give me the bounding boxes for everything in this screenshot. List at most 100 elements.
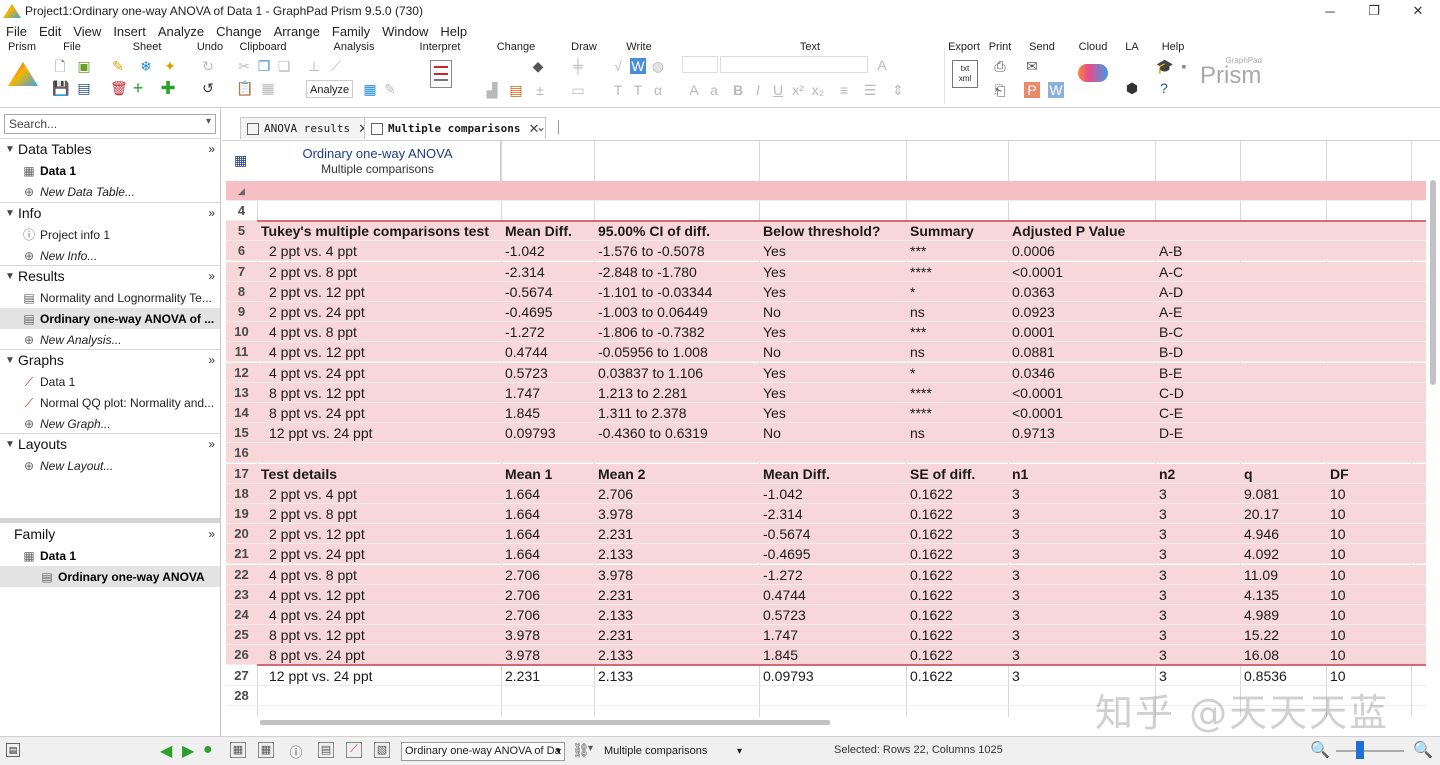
nav-item-new-info[interactable]: ⊕ New Info... [0, 245, 220, 266]
collapse-chevron-icon[interactable]: ▼ [2, 271, 18, 282]
table-cell[interactable]: 0.9713 [1008, 423, 1155, 443]
table-cell[interactable]: 95.00% CI of diff. [594, 221, 759, 241]
delete-sheet-icon[interactable]: 🗑 [110, 80, 128, 96]
table-cell[interactable]: -2.314 [501, 262, 594, 282]
table-row[interactable]: 21 2 ppt vs. 24 ppt 1.664 2.133 -0.4695 0.162… [226, 544, 1426, 565]
table-cell[interactable]: Yes [759, 403, 906, 423]
font-grow-icon[interactable]: A [686, 82, 702, 98]
table-cell[interactable]: 10 [1326, 585, 1411, 605]
chart-axis-icon[interactable]: ⊥ [306, 58, 322, 74]
superscript-icon[interactable]: x² [790, 82, 806, 98]
menu-file[interactable]: File [0, 24, 33, 39]
table-cell[interactable]: 10 [1326, 484, 1411, 504]
table-cell[interactable]: 0.5723 [501, 363, 594, 383]
table-cell[interactable]: 0.1622 [906, 524, 1008, 544]
row-number[interactable]: 14 [226, 403, 257, 423]
row-number[interactable]: 27 [226, 666, 257, 686]
table-cell[interactable]: 0.09793 [501, 423, 594, 443]
section-family[interactable]: Family » [0, 523, 220, 544]
row-label-cell[interactable]: 4 ppt vs. 12 ppt [257, 585, 501, 605]
row-label-cell[interactable]: Test details [257, 464, 501, 484]
table-cell[interactable]: SE of diff. [906, 464, 1008, 484]
row-label-cell[interactable]: 4 ppt vs. 24 ppt [257, 605, 501, 625]
tab-anova-results[interactable]: ANOVA results ✕ [240, 117, 376, 139]
row-number[interactable]: 23 [226, 585, 257, 605]
email-icon[interactable]: ✉ [1024, 58, 1040, 74]
table-cell[interactable]: No [759, 302, 906, 322]
table-cell[interactable]: 3.978 [501, 645, 594, 665]
table-cell[interactable]: 10 [1326, 524, 1411, 544]
nav-item-new-layout[interactable]: ⊕ New Layout... [0, 455, 220, 476]
powerpoint-icon[interactable]: P [1024, 82, 1040, 98]
collapse-chevron-icon[interactable]: ▼ [2, 439, 18, 450]
table-cell[interactable]: -0.4695 [759, 544, 906, 564]
table-cell[interactable]: 4.092 [1240, 544, 1326, 564]
table-cell[interactable]: 2.231 [501, 666, 594, 686]
sheet-select[interactable]: Ordinary one-way ANOVA of Da ▾ [401, 742, 565, 761]
table-cell[interactable]: 16.08 [1240, 645, 1326, 665]
table-cell[interactable]: ns [906, 302, 1008, 322]
paste-special-icon[interactable]: ▦ [260, 80, 276, 96]
row-number[interactable]: 20 [226, 524, 257, 544]
trend-icon[interactable]: ⟋ [328, 58, 344, 74]
row-number[interactable]: 8 [226, 282, 257, 302]
row-label-cell[interactable]: 2 ppt vs. 24 ppt [257, 544, 501, 564]
table-cell[interactable]: 3 [1155, 625, 1240, 645]
double-chevron-icon[interactable]: » [208, 142, 215, 156]
table-cell[interactable]: 0.0363 [1008, 282, 1155, 302]
row-label-cell[interactable]: 4 ppt vs. 24 ppt [257, 363, 501, 383]
table-cell[interactable]: 1.664 [501, 544, 594, 564]
table-cell[interactable]: 3 [1155, 645, 1240, 665]
prism-logo-icon[interactable] [8, 62, 38, 86]
row-label-cell[interactable]: 2 ppt vs. 4 ppt [257, 484, 501, 504]
table-cell[interactable]: 3 [1008, 565, 1155, 585]
table-cell[interactable]: 1.845 [759, 645, 906, 665]
goto-sheet-icon[interactable]: ● [203, 741, 213, 759]
table-cell[interactable]: 0.0006 [1008, 241, 1155, 261]
save-as-icon[interactable]: ▤ [76, 80, 92, 96]
table-cell[interactable]: 4.989 [1240, 605, 1326, 625]
row-label-cell[interactable]: 8 ppt vs. 24 ppt [257, 645, 501, 665]
row-number[interactable]: 15 [226, 423, 257, 443]
table-cell[interactable]: <0.0001 [1008, 403, 1155, 423]
double-chevron-icon[interactable]: » [208, 206, 215, 220]
navigator-toggle-icon[interactable]: ▤ [6, 743, 20, 757]
table-cell[interactable]: 3 [1155, 605, 1240, 625]
table-cell[interactable]: 20.17 [1240, 504, 1326, 524]
table-cell[interactable]: A-D [1155, 282, 1240, 302]
table-cell[interactable]: 0.1622 [906, 666, 1008, 686]
table-cell[interactable]: 15.22 [1240, 625, 1326, 645]
menu-window[interactable]: Window [376, 24, 434, 39]
table-row[interactable]: 5 Tukey's multiple comparisons test Mean D… [226, 221, 1426, 242]
analysis-table-icon[interactable]: ▦ [362, 81, 378, 97]
menu-insert[interactable]: Insert [107, 24, 152, 39]
table-cell[interactable]: 2.133 [594, 645, 759, 665]
copy-icon[interactable]: ❐ [256, 58, 272, 74]
section-data-tables[interactable]: ▼ Data Tables » [0, 138, 220, 159]
row-label-cell[interactable]: 8 ppt vs. 12 ppt [257, 383, 501, 403]
view-select[interactable]: Multiple comparisons ▾ [604, 742, 744, 761]
table-cell[interactable]: -1.101 to -0.03344 [594, 282, 759, 302]
table-cell[interactable]: 2.706 [501, 585, 594, 605]
table-cell[interactable]: <0.0001 [1008, 383, 1155, 403]
table-cell[interactable]: B-C [1155, 322, 1240, 342]
table-row[interactable]: 11 4 ppt vs. 12 ppt 0.4744 -0.05956 to 1.00… [226, 342, 1426, 363]
text-t-icon[interactable]: T [610, 82, 626, 98]
word-icon[interactable]: W [630, 58, 646, 74]
highlighter-icon[interactable]: ✎ [110, 58, 126, 74]
chevron-down-icon[interactable]: ▾ [206, 116, 211, 127]
table-cell[interactable]: -2.848 to -1.780 [594, 262, 759, 282]
nav-item-new-analysis[interactable]: ⊕ New Analysis... [0, 329, 220, 350]
table-cell[interactable]: 3 [1008, 605, 1155, 625]
table-cell[interactable]: 10 [1326, 645, 1411, 665]
table-cell[interactable]: Mean 1 [501, 464, 594, 484]
table-row[interactable]: 23 4 ppt vs. 12 ppt 2.706 2.231 0.4744 0.1622… [226, 584, 1426, 605]
table-cell[interactable]: -2.314 [759, 504, 906, 524]
table-cell[interactable]: 1.664 [501, 484, 594, 504]
double-chevron-icon[interactable]: » [208, 353, 215, 367]
zoom-in-icon[interactable]: 🔍 [1413, 740, 1433, 760]
table-cell[interactable]: -1.042 [759, 484, 906, 504]
row-label-cell[interactable]: 2 ppt vs. 12 ppt [257, 282, 501, 302]
table-cell[interactable]: B-E [1155, 363, 1240, 383]
table-cell[interactable]: A-C [1155, 262, 1240, 282]
